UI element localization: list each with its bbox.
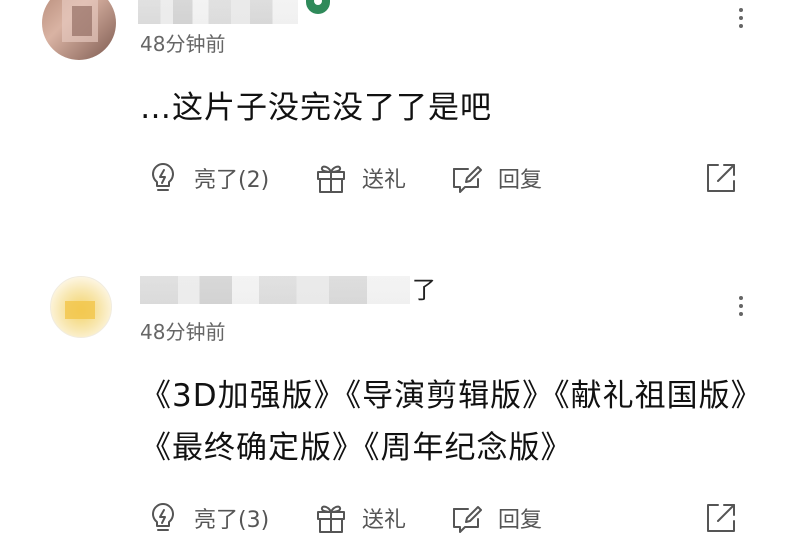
comment-actions: 亮了(3) 送礼 回复: [0, 498, 800, 538]
gift-button[interactable]: 送礼: [314, 498, 406, 538]
reply-label: 回复: [498, 508, 543, 533]
like-button[interactable]: 亮了(2): [146, 158, 269, 198]
gift-icon: [317, 165, 345, 193]
username-blurred[interactable]: [138, 0, 298, 24]
share-button[interactable]: [704, 158, 738, 198]
user-badge-icon: [306, 0, 330, 14]
avatar[interactable]: [42, 0, 116, 60]
comment-actions: 亮了(2) 送礼 回复: [0, 158, 800, 198]
lightbulb-icon: [152, 163, 174, 191]
avatar[interactable]: [50, 276, 112, 338]
like-count-label: 亮了(3): [194, 508, 270, 533]
edit-reply-icon: [453, 506, 482, 533]
reply-button[interactable]: 回复: [450, 498, 542, 538]
gift-label: 送礼: [362, 508, 407, 533]
comment-text: …这片子没完没了了是吧: [140, 90, 492, 126]
like-button[interactable]: 亮了(3): [146, 498, 269, 538]
share-icon: [707, 164, 735, 192]
share-icon: [707, 504, 735, 532]
username-blurred[interactable]: [140, 276, 410, 304]
edit-reply-icon: [453, 166, 482, 193]
comment-text: 《3D加强版》《导演剪辑版》《献礼祖国版》《最终确定版》《周年纪念版》: [140, 378, 748, 466]
like-count-label: 亮了(2): [194, 168, 270, 193]
share-button[interactable]: [704, 498, 738, 538]
gift-label: 送礼: [362, 168, 407, 193]
reply-button[interactable]: 回复: [450, 158, 542, 198]
gift-button[interactable]: 送礼: [314, 158, 406, 198]
lightbulb-icon: [152, 503, 174, 531]
reply-label: 回复: [498, 168, 543, 193]
username-tail: 了: [412, 276, 436, 304]
more-options-button[interactable]: [738, 296, 744, 320]
more-options-button[interactable]: [738, 8, 744, 32]
gift-icon: [317, 505, 345, 533]
comment-time: 48分钟前: [140, 320, 226, 344]
comment-time: 48分钟前: [140, 32, 226, 56]
